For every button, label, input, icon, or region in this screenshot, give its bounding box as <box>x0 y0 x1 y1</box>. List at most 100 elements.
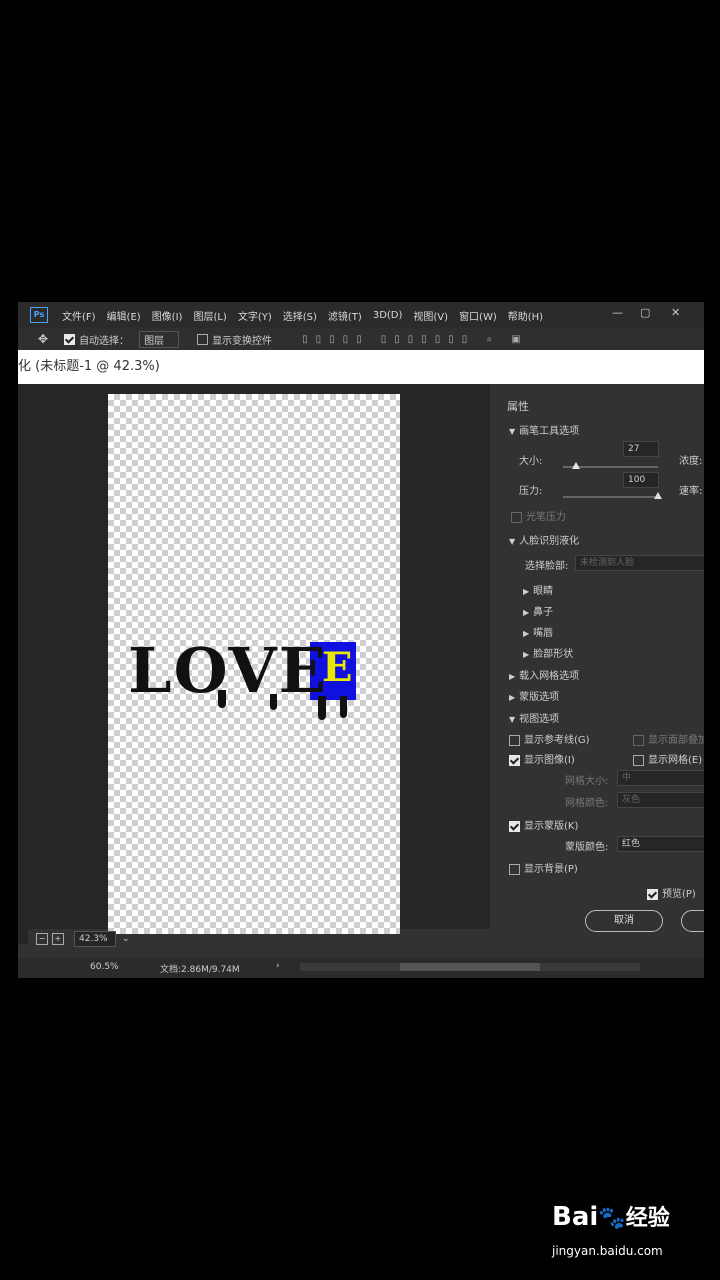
face-aware-section[interactable]: ▼ 人脸识别液化 <box>509 532 579 547</box>
mask-color-dropdown[interactable]: 红色 <box>617 836 704 852</box>
eyes-section[interactable]: ▶ 眼睛 <box>523 582 553 597</box>
view-options-label: 视图选项 <box>519 714 560 725</box>
show-mask-row[interactable]: 显示蒙版(K) <box>509 817 578 832</box>
horizontal-scrollbar[interactable] <box>300 963 640 971</box>
load-mesh-section[interactable]: ▶ 载入网格选项 <box>509 667 579 682</box>
preview-label: 预览(P) <box>662 889 696 900</box>
menu-help[interactable]: 帮助(H) <box>508 308 543 323</box>
size-input[interactable]: 27 <box>623 441 659 457</box>
chevron-right-icon[interactable]: › <box>276 961 280 971</box>
show-transform-checkbox[interactable] <box>197 333 209 345</box>
show-face-overlay-checkbox[interactable] <box>633 734 644 746</box>
pressure-label: 压力: <box>519 486 543 497</box>
select-face-dropdown[interactable]: 未检测到人脸 <box>575 555 704 571</box>
status-bar: 60.5% 文档:2.86M/9.74M › <box>18 958 704 978</box>
show-face-overlay-row[interactable]: 显示面部叠加 <box>633 731 704 746</box>
size-slider-knob[interactable] <box>572 462 581 469</box>
close-button[interactable]: ✕ <box>671 306 680 319</box>
triangle-right-icon: ▶ <box>523 587 530 596</box>
nose-section[interactable]: ▶ 鼻子 <box>523 603 553 618</box>
show-backdrop-checkbox[interactable] <box>509 863 520 875</box>
pressure-slider[interactable] <box>563 496 658 498</box>
triangle-down-icon: ▼ <box>509 537 516 546</box>
menu-window[interactable]: 窗口(W) <box>459 308 497 323</box>
auto-select-checkbox[interactable] <box>64 333 76 345</box>
menu-image[interactable]: 图像(I) <box>152 308 183 323</box>
view-options-section[interactable]: ▼ 视图选项 <box>509 710 559 725</box>
panel-header: 属性 <box>507 400 529 413</box>
canvas-area: LOVE E <box>28 384 490 934</box>
triangle-down-icon: ▼ <box>509 427 516 436</box>
scrollbar-thumb[interactable] <box>400 963 540 971</box>
show-backdrop-label: 显示背景(P) <box>524 864 578 875</box>
mesh-color-label: 网格颜色: <box>565 798 609 809</box>
pressure-input[interactable]: 100 <box>623 472 659 488</box>
zoom-field[interactable]: 42.3% <box>74 931 116 947</box>
mesh-color-dropdown[interactable]: 灰色 <box>617 792 704 808</box>
show-mask-checkbox[interactable] <box>509 820 520 832</box>
show-backdrop-row[interactable]: 显示背景(P) <box>509 860 578 875</box>
pressure-slider-knob[interactable] <box>654 492 662 499</box>
drip <box>318 696 326 720</box>
zoom-out-button[interactable]: − <box>36 933 48 945</box>
status-zoom: 60.5% <box>90 962 119 972</box>
show-image-row[interactable]: 显示图像(I) <box>509 751 575 766</box>
mask-options-label: 蒙版选项 <box>519 692 560 703</box>
watermark-logo-b: 经验 <box>625 1206 670 1231</box>
rate-label: 速率: <box>679 486 703 497</box>
face-shape-section[interactable]: ▶ 脸部形状 <box>523 645 573 660</box>
stylus-pressure-checkbox[interactable] <box>511 511 522 523</box>
layer-select-dropdown[interactable]: 图层 <box>139 330 180 348</box>
stylus-pressure-label: 光笔压力 <box>526 512 566 523</box>
menu-edit[interactable]: 编辑(E) <box>107 308 141 323</box>
watermark-url: jingyan.baidu.com <box>552 1244 663 1258</box>
show-guides-row[interactable]: 显示参考线(G) <box>509 731 590 746</box>
select-face-label: 选择脸部: <box>525 561 569 572</box>
menu-select[interactable]: 选择(S) <box>283 308 317 323</box>
preview-checkbox[interactable] <box>647 888 658 900</box>
menu-view[interactable]: 视图(V) <box>413 308 448 323</box>
zoom-in-button[interactable]: + <box>52 933 64 945</box>
yellow-e-letter: E <box>322 644 353 691</box>
nose-label: 鼻子 <box>533 607 554 618</box>
mask-color-label: 蒙版颜色: <box>565 842 609 853</box>
minimize-button[interactable]: — <box>612 306 623 319</box>
cancel-button[interactable]: 取消 <box>585 910 663 932</box>
ok-button[interactable] <box>681 910 704 932</box>
move-tool-icon[interactable]: ✥ <box>38 332 48 346</box>
mouth-section[interactable]: ▶ 嘴唇 <box>523 624 553 639</box>
show-guides-checkbox[interactable] <box>509 734 520 746</box>
preview-canvas[interactable]: LOVE E <box>108 394 400 934</box>
menu-3d[interactable]: 3D(D) <box>373 310 403 321</box>
zoom-bar: − + 42.3% ⌄ <box>28 929 490 949</box>
paw-icon: 🐾 <box>598 1206 626 1231</box>
drip <box>340 696 347 718</box>
align-icons[interactable]: ▯▯▯▯▯ ▯▯▯▯▯▯▯ ⌕ ▣ <box>302 334 529 345</box>
show-mesh-label: 显示网格(E) <box>648 755 703 766</box>
restore-button[interactable]: ▢ <box>640 306 650 319</box>
preview-row[interactable]: 预览(P) <box>647 885 696 900</box>
show-image-checkbox[interactable] <box>509 754 520 766</box>
triangle-down-icon: ▼ <box>509 715 516 724</box>
drip <box>270 694 277 710</box>
face-shape-label: 脸部形状 <box>533 649 574 660</box>
menu-layer[interactable]: 图层(L) <box>193 308 226 323</box>
ps-logo: Ps <box>30 307 48 323</box>
show-mesh-row[interactable]: 显示网格(E) <box>633 751 702 766</box>
triangle-right-icon: ▶ <box>509 672 516 681</box>
menu-filter[interactable]: 滤镜(T) <box>328 308 362 323</box>
load-mesh-label: 载入网格选项 <box>519 671 580 682</box>
auto-select-label: 自动选择： <box>79 335 130 347</box>
menu-file[interactable]: 文件(F) <box>62 308 96 323</box>
brush-section[interactable]: ▼ 画笔工具选项 <box>509 422 579 437</box>
stylus-pressure-row[interactable]: 光笔压力 <box>511 508 566 523</box>
properties-panel: 属性 ▼ 画笔工具选项 大小: 27 浓度: 压力: 100 速率: 光笔压力 ▼… <box>501 384 704 944</box>
watermark-logo-a: Bai <box>552 1202 599 1232</box>
chevron-down-icon[interactable]: ⌄ <box>122 934 130 944</box>
show-mesh-checkbox[interactable] <box>633 754 644 766</box>
brush-section-label: 画笔工具选项 <box>519 426 580 437</box>
menu-type[interactable]: 文字(Y) <box>238 308 272 323</box>
mesh-size-dropdown[interactable]: 中 <box>617 770 704 786</box>
mask-options-section[interactable]: ▶ 蒙版选项 <box>509 688 559 703</box>
triangle-right-icon: ▶ <box>523 608 530 617</box>
